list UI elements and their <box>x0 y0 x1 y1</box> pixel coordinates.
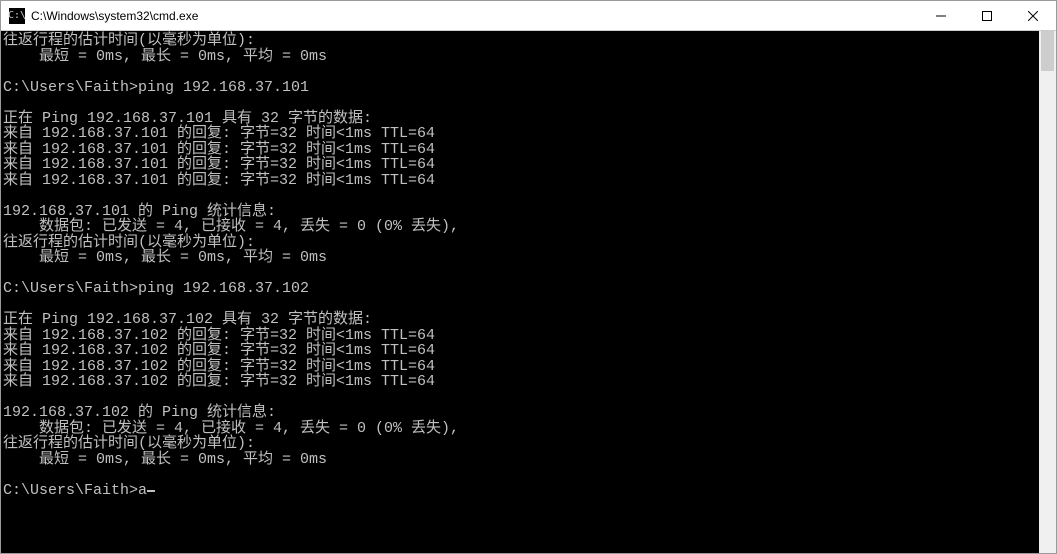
window-titlebar: C:\ C:\Windows\system32\cmd.exe <box>1 1 1056 31</box>
terminal-area: 往返行程的估计时间(以毫秒为单位): 最短 = 0ms, 最长 = 0ms, 平… <box>1 31 1056 553</box>
cmd-icon: C:\ <box>9 8 25 24</box>
vertical-scrollbar[interactable] <box>1039 31 1056 553</box>
scrollbar-track[interactable] <box>1039 31 1056 553</box>
terminal-output[interactable]: 往返行程的估计时间(以毫秒为单位): 最短 = 0ms, 最长 = 0ms, 平… <box>1 31 1039 553</box>
scrollbar-thumb[interactable] <box>1041 31 1054 71</box>
maximize-button[interactable] <box>964 1 1010 31</box>
close-button[interactable] <box>1010 1 1056 31</box>
window-title: C:\Windows\system32\cmd.exe <box>31 9 198 23</box>
minimize-button[interactable] <box>918 1 964 31</box>
text-cursor <box>147 490 155 492</box>
